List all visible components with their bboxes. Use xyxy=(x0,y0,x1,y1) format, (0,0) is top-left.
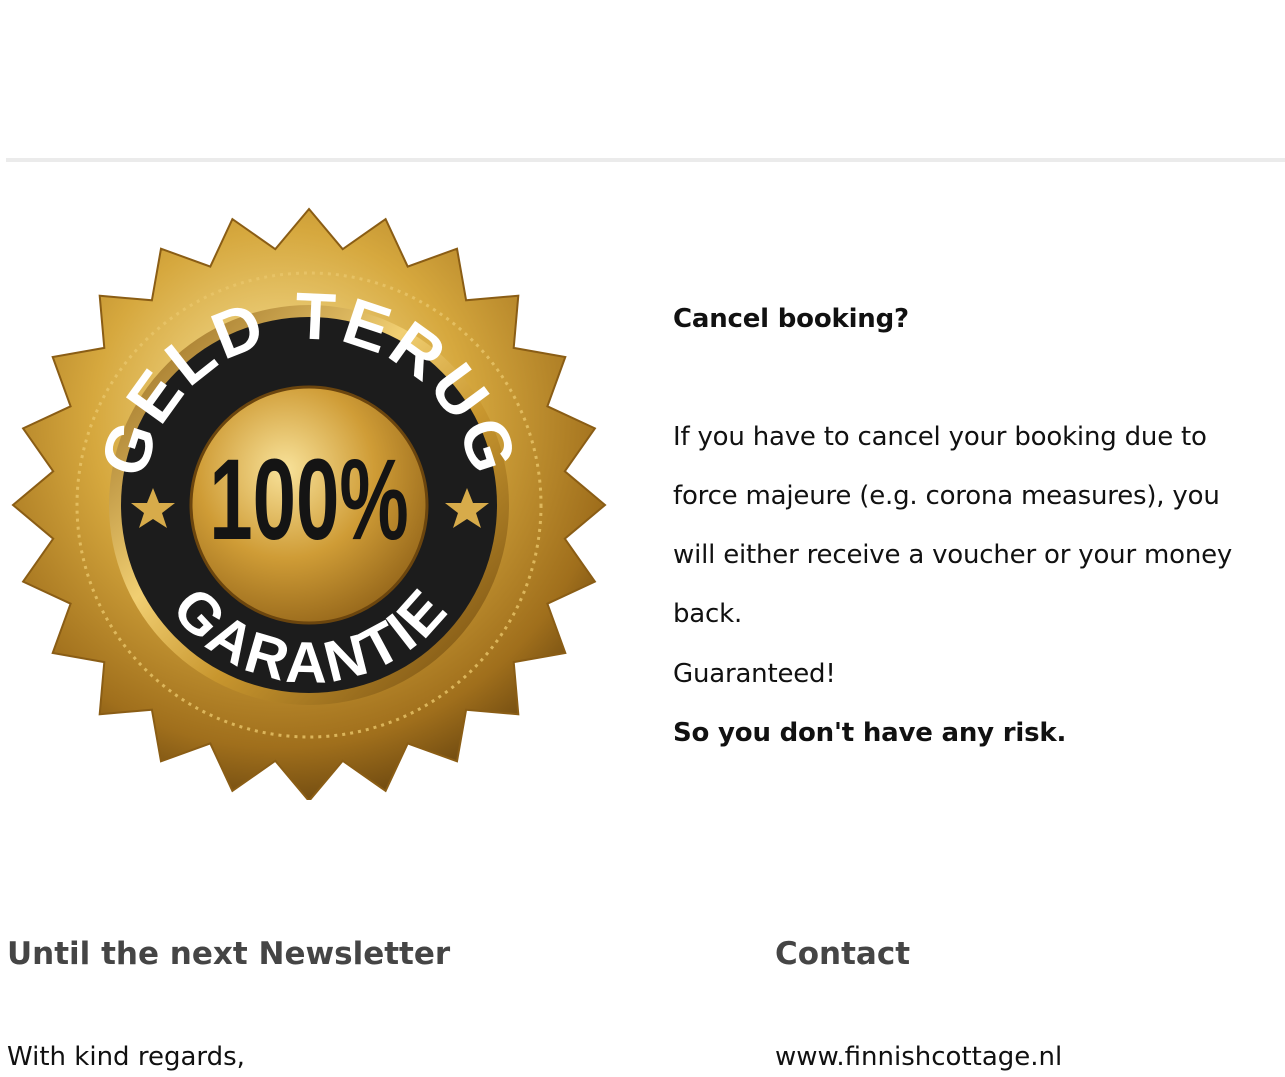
body-line: will either receive a voucher or your mo… xyxy=(673,540,1233,570)
money-back-guarantee-badge: GELD TERUG GARANTIE 100% xyxy=(8,205,610,800)
cancel-booking-heading: Cancel booking? xyxy=(673,304,909,334)
newsletter-closing-heading: Until the next Newsletter xyxy=(7,936,451,972)
cancellation-info: Cancel booking? If you have to cancel yo… xyxy=(673,290,1273,763)
closing-regards: With kind regards, xyxy=(7,1042,245,1072)
contact-heading: Contact xyxy=(775,936,911,972)
section-divider xyxy=(6,158,1285,162)
badge-center-text: 100% xyxy=(209,435,408,564)
website-link[interactable]: www.finnishcottage.nl xyxy=(775,1037,1062,1077)
no-risk-text: So you don't have any risk. xyxy=(673,718,1067,748)
body-line: If you have to cancel your booking due t… xyxy=(673,422,1207,452)
body-line: back. xyxy=(673,599,743,629)
body-line: force majeure (e.g. corona measures), yo… xyxy=(673,481,1220,511)
guaranteed-text: Guaranteed! xyxy=(673,659,836,689)
